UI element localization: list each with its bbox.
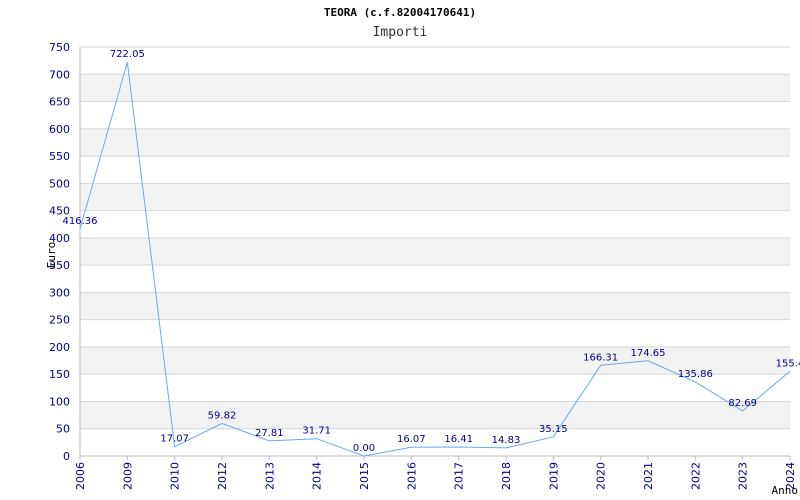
x-tick-label: 2019 xyxy=(547,462,560,490)
x-tick-label: 2010 xyxy=(169,462,182,490)
plot-band xyxy=(80,292,790,320)
y-tick-label: 150 xyxy=(49,368,70,381)
x-tick-label: 2014 xyxy=(311,462,324,490)
plot-band xyxy=(80,237,790,266)
data-label: 16.41 xyxy=(444,434,473,445)
plot-band xyxy=(80,183,790,211)
data-label: 416.36 xyxy=(63,216,98,227)
y-tick-label: 200 xyxy=(49,341,70,354)
x-tick-label: 2016 xyxy=(405,462,418,490)
x-axis-ticks: 2006 2009 2010 2012 2013 2014 2015 2016 2017 2018… xyxy=(74,456,797,490)
y-tick-label: 550 xyxy=(49,150,70,163)
plot-band xyxy=(80,210,790,238)
y-axis-title: Euro xyxy=(45,242,58,269)
data-label: 155.4 xyxy=(776,358,800,369)
x-tick-label: 2023 xyxy=(737,462,750,490)
data-label: 14.83 xyxy=(492,435,521,446)
x-tick-label: 2018 xyxy=(500,462,513,490)
plot-band xyxy=(80,128,790,157)
y-tick-label: 750 xyxy=(49,41,70,54)
x-tick-label: 2006 xyxy=(74,462,87,490)
data-label: 135.86 xyxy=(678,369,713,380)
data-label: 174.65 xyxy=(631,348,666,359)
plot-band xyxy=(80,47,790,75)
plot-band xyxy=(80,101,790,129)
plot-band xyxy=(80,74,790,102)
data-label: 31.71 xyxy=(302,426,331,437)
data-label: 17.07 xyxy=(160,434,189,445)
plot-band xyxy=(80,156,790,184)
y-tick-label: 500 xyxy=(49,177,70,190)
data-label: 722.05 xyxy=(110,49,145,60)
x-tick-label: 2009 xyxy=(121,462,134,490)
x-tick-label: 2020 xyxy=(595,462,608,490)
x-tick-label: 2015 xyxy=(358,462,371,490)
y-tick-label: 50 xyxy=(56,423,70,436)
y-tick-label: 650 xyxy=(49,96,70,109)
y-tick-label: 250 xyxy=(49,314,70,327)
plot-band xyxy=(80,401,790,429)
y-tick-label: 100 xyxy=(49,395,70,408)
data-label: 35.15 xyxy=(539,424,568,435)
x-tick-label: 2017 xyxy=(453,462,466,490)
x-tick-label: 2013 xyxy=(263,462,276,490)
data-label: 82.69 xyxy=(728,398,757,409)
data-label: 166.31 xyxy=(583,352,618,363)
plot-band xyxy=(80,319,790,347)
plot-band xyxy=(80,265,790,293)
x-tick-label: 2022 xyxy=(689,462,702,490)
y-tick-label: 0 xyxy=(63,450,70,463)
x-tick-label: 2021 xyxy=(642,462,655,490)
line-chart: 0501001502002503003504004505005506006507… xyxy=(45,41,800,497)
x-tick-label: 2012 xyxy=(216,462,229,490)
y-tick-label: 600 xyxy=(49,123,70,136)
data-label: 16.07 xyxy=(397,434,426,445)
data-label: 27.81 xyxy=(255,428,284,439)
plot-bands xyxy=(80,47,790,456)
data-label: 0.00 xyxy=(353,443,375,454)
y-tick-label: 700 xyxy=(49,68,70,81)
data-label: 59.82 xyxy=(208,410,237,421)
y-tick-label: 300 xyxy=(49,286,70,299)
x-axis-title: Anno xyxy=(772,484,799,497)
